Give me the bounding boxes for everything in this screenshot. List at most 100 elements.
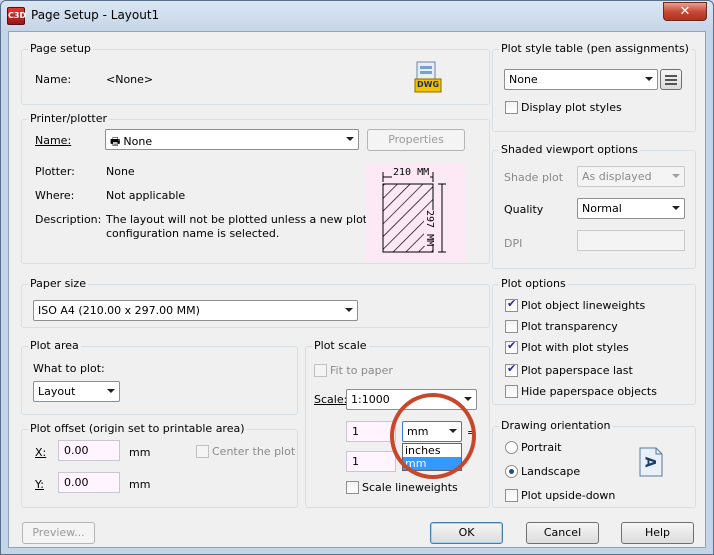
scale-unit-combo[interactable]: mm	[402, 421, 462, 442]
what-to-plot-value: Layout	[38, 385, 76, 398]
cancel-button[interactable]: Cancel	[526, 522, 599, 544]
printer-icon: 🖶	[110, 135, 121, 148]
paper-size-combo[interactable]: ISO A4 (210.00 x 297.00 MM)	[33, 300, 358, 321]
landscape-label: Landscape	[521, 465, 581, 478]
paper-size-value: ISO A4 (210.00 x 297.00 MM)	[38, 304, 200, 317]
display-plot-styles-label: Display plot styles	[521, 101, 622, 114]
quality-label: Quality	[504, 203, 544, 216]
unit-option-inches[interactable]: inches	[403, 444, 461, 457]
shaded-viewport-group: Shaded viewport options Shade plot As di…	[492, 143, 696, 269]
ok-button[interactable]: OK	[430, 522, 503, 544]
dialog-client: Page setup Name: <None> DWG Printer/plot…	[8, 31, 706, 548]
what-to-plot-combo[interactable]: Layout	[33, 381, 120, 402]
chevron-down-icon	[345, 308, 353, 312]
orientation-icon-letter: A	[641, 456, 658, 468]
center-plot-checkbox[interactable]	[196, 445, 209, 458]
chevron-down-icon	[464, 397, 472, 401]
plot-object-lineweights-label: Plot object lineweights	[521, 299, 646, 312]
plot-with-styles-checkbox[interactable]	[505, 339, 518, 354]
plot-paperspace-last-checkbox[interactable]	[505, 362, 518, 377]
plot-scale-label: Plot scale	[312, 339, 369, 352]
plot-style-value: None	[509, 73, 538, 86]
hide-paperspace-label: Hide paperspace objects	[521, 385, 657, 398]
scale-combo[interactable]: 1:1000	[346, 389, 477, 410]
description-line1: The layout will not be plotted unless a …	[106, 213, 383, 226]
page-setup-group: Page setup Name: <None> DWG	[21, 42, 490, 105]
quality-combo[interactable]: Normal	[577, 198, 685, 219]
plot-offset-label: Plot offset (origin set to printable are…	[28, 422, 247, 435]
what-to-plot-label: What to plot:	[33, 362, 105, 375]
scale-lineweights-checkbox[interactable]	[346, 481, 359, 494]
chevron-down-icon	[672, 174, 680, 178]
paper-size-label: Paper size	[28, 277, 88, 290]
dwg-file-icon: DWG	[414, 61, 442, 93]
fit-to-paper-checkbox[interactable]	[314, 364, 327, 377]
printer-label: Printer/plotter	[28, 112, 109, 125]
scale-unit-dropdown[interactable]: inches mm	[402, 443, 462, 471]
orientation-group: Drawing orientation Portrait Landscape A…	[492, 419, 696, 508]
page-setup-label: Page setup	[28, 42, 93, 55]
preview-height-label: 297 MM	[424, 210, 435, 247]
description-line2: configuration name is selected.	[106, 227, 280, 240]
plot-area-label: Plot area	[28, 339, 81, 352]
printer-name-combo[interactable]: 🖶 None	[105, 129, 359, 150]
scale-label: Scale:	[314, 393, 348, 406]
close-button[interactable]: ✕	[663, 2, 707, 21]
where-label: Where:	[35, 189, 75, 202]
printer-group: Printer/plotter Name: 🖶 None Properties P…	[21, 112, 490, 264]
offset-x-label: X:	[35, 446, 47, 459]
shaded-viewport-label: Shaded viewport options	[499, 143, 640, 156]
preview-button[interactable]: Preview...	[22, 522, 95, 544]
plot-area-group: Plot area What to plot: Layout	[21, 339, 298, 415]
plot-transparency-label: Plot transparency	[521, 320, 618, 333]
description-label: Description:	[35, 213, 102, 226]
dwg-icon-text: DWG	[417, 80, 440, 89]
title-bar[interactable]: C3D Page Setup - Layout1 ✕	[1, 1, 713, 31]
plotter-value: None	[106, 165, 135, 178]
offset-y-label: Y:	[35, 478, 44, 491]
plot-object-lineweights-checkbox[interactable]	[505, 297, 518, 312]
scale-top-input[interactable]: 1	[346, 421, 396, 442]
edit-table-icon	[665, 75, 677, 85]
plot-transparency-checkbox[interactable]	[505, 320, 518, 333]
unit-option-mm[interactable]: mm	[403, 457, 461, 470]
edit-plot-style-button[interactable]	[660, 69, 682, 90]
scale-equals: =	[467, 426, 477, 439]
where-value: Not applicable	[106, 189, 186, 202]
center-plot-label: Center the plot	[212, 445, 296, 458]
dpi-input[interactable]	[577, 230, 685, 251]
hide-paperspace-checkbox[interactable]	[505, 385, 518, 398]
chevron-down-icon	[107, 389, 115, 393]
shade-plot-value: As displayed	[582, 170, 652, 183]
plot-style-label: Plot style table (pen assignments)	[499, 42, 691, 55]
plot-style-combo[interactable]: None	[504, 69, 658, 90]
landscape-radio[interactable]	[505, 465, 518, 478]
portrait-radio[interactable]	[505, 441, 518, 454]
plot-options-label: Plot options	[499, 277, 568, 290]
chevron-down-icon	[346, 137, 354, 141]
window-title: Page Setup - Layout1	[31, 8, 160, 22]
preview-width-label: 210 MM	[392, 167, 431, 178]
plot-style-group: Plot style table (pen assignments) None …	[492, 42, 696, 132]
shade-plot-combo[interactable]: As displayed	[577, 166, 685, 187]
upside-down-label: Plot upside-down	[521, 489, 616, 502]
plot-with-styles-label: Plot with plot styles	[521, 341, 629, 354]
help-button[interactable]: Help	[621, 522, 694, 544]
offset-x-input[interactable]: 0.00	[58, 440, 120, 461]
quality-value: Normal	[582, 202, 622, 215]
display-plot-styles-checkbox[interactable]	[505, 101, 518, 114]
upside-down-checkbox[interactable]	[505, 489, 518, 502]
offset-y-input[interactable]: 0.00	[58, 472, 120, 493]
offset-y-unit: mm	[129, 478, 151, 491]
shade-plot-label: Shade plot	[504, 171, 564, 184]
dpi-label: DPI	[504, 237, 523, 250]
properties-button[interactable]: Properties	[367, 129, 465, 151]
scale-bottom-input[interactable]: 1	[346, 451, 396, 472]
plotter-label: Plotter:	[35, 165, 75, 178]
fit-to-paper-label: Fit to paper	[330, 364, 393, 377]
printer-name-value: None	[123, 135, 153, 148]
scale-lineweights-label: Scale lineweights	[362, 481, 458, 494]
orientation-label: Drawing orientation	[499, 419, 613, 432]
chevron-down-icon	[449, 429, 457, 433]
page-setup-name-label: Name:	[35, 73, 72, 86]
